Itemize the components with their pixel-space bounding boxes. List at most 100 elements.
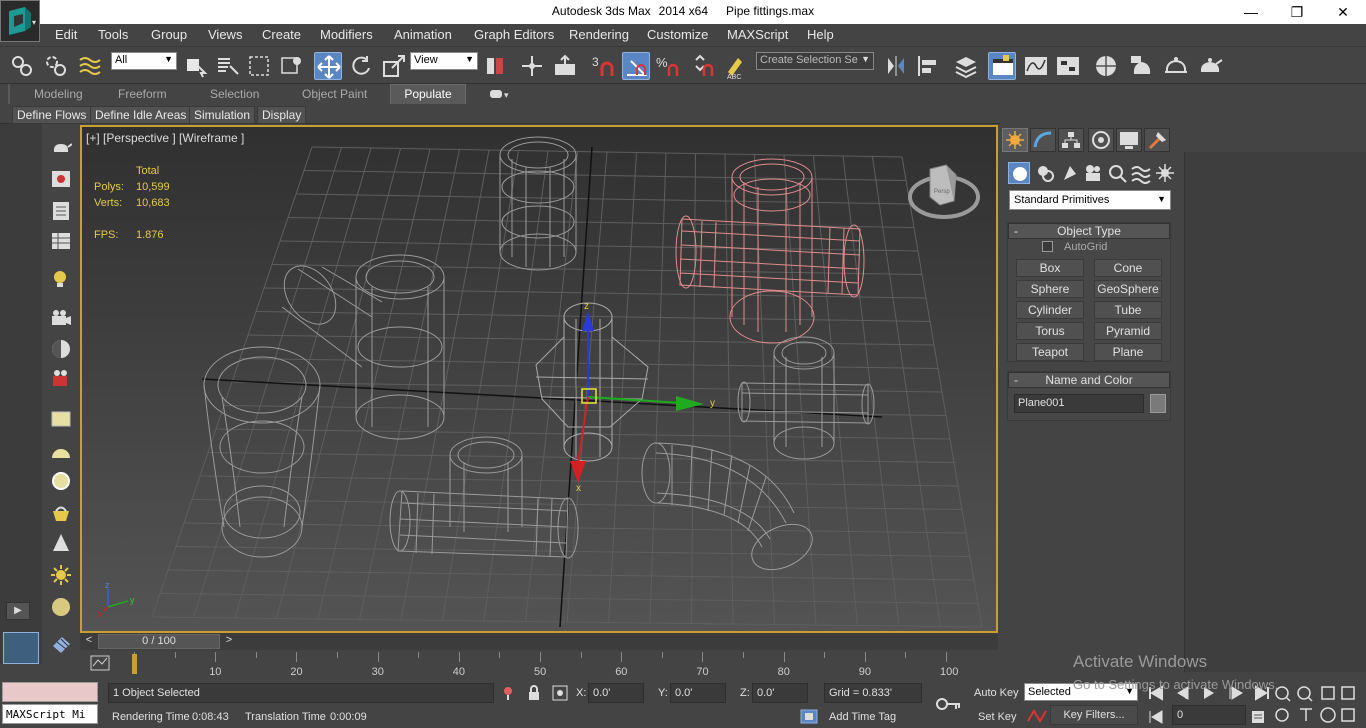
- bind-to-space-warp-icon[interactable]: [76, 52, 104, 80]
- geometry-icon[interactable]: [1008, 162, 1030, 184]
- systems-icon[interactable]: [1154, 162, 1176, 184]
- object-name-field[interactable]: Plane001: [1014, 394, 1144, 413]
- ribbon-options-icon[interactable]: ▾: [488, 86, 514, 105]
- pyramid-button[interactable]: Pyramid: [1094, 322, 1162, 340]
- lights-icon[interactable]: [1058, 162, 1080, 184]
- graphite-ribbon-toggle-icon[interactable]: [988, 52, 1016, 80]
- plane-button[interactable]: Plane: [1094, 343, 1162, 361]
- camera-icon[interactable]: [50, 308, 72, 330]
- tab-populate[interactable]: Populate: [390, 84, 466, 104]
- viewcube[interactable]: Persp: [908, 164, 980, 219]
- geosphere-button[interactable]: GeoSphere: [1094, 280, 1162, 298]
- render-setup-icon[interactable]: [1128, 52, 1156, 80]
- current-frame-field[interactable]: 0: [1172, 705, 1246, 725]
- sun-icon[interactable]: [50, 564, 72, 586]
- key-filter-curve-icon[interactable]: [1026, 707, 1048, 725]
- material-editor-icon[interactable]: [1092, 52, 1120, 80]
- selection-lock-icon[interactable]: [526, 685, 542, 701]
- menu-animation[interactable]: Animation: [394, 27, 452, 42]
- menu-maxscript[interactable]: MAXScript: [727, 27, 788, 42]
- shapes-icon[interactable]: [1034, 162, 1056, 184]
- absolute-transform-icon[interactable]: [552, 685, 568, 701]
- schematic-view-icon[interactable]: [1054, 52, 1082, 80]
- hemisphere-icon[interactable]: [50, 440, 72, 462]
- rectangular-selection-icon[interactable]: [246, 52, 274, 80]
- panel-simulation[interactable]: Simulation: [189, 106, 256, 124]
- time-configuration-icon[interactable]: [1250, 709, 1266, 725]
- isolate-selection-icon[interactable]: [500, 685, 516, 701]
- unlink-selection-icon[interactable]: [42, 52, 70, 80]
- menu-tools[interactable]: Tools: [98, 27, 128, 42]
- hierarchy-tab-icon[interactable]: [1058, 128, 1084, 152]
- box-button[interactable]: Box: [1016, 259, 1084, 277]
- time-slider[interactable]: < 0 / 100 >: [80, 633, 998, 650]
- mini-curve-editor-icon[interactable]: [90, 655, 112, 673]
- set-key-mode-icon[interactable]: [934, 694, 962, 714]
- layer-manager-icon[interactable]: [952, 52, 980, 80]
- menu-group[interactable]: Group: [151, 27, 187, 42]
- set-key-button[interactable]: Set Key: [978, 711, 1017, 723]
- selection-filter-dropdown[interactable]: All ▼: [111, 52, 177, 70]
- reference-coordinate-dropdown[interactable]: View ▼: [410, 52, 478, 70]
- sphere-button[interactable]: Sphere: [1016, 280, 1084, 298]
- z-coord-field[interactable]: 0.0': [752, 683, 808, 703]
- rendered-frame-window-icon[interactable]: [1162, 52, 1190, 80]
- object-type-header[interactable]: - Object Type: [1008, 223, 1170, 239]
- time-slider-thumb[interactable]: 0 / 100: [98, 634, 220, 649]
- key-filters-button[interactable]: Key Filters...: [1050, 705, 1138, 725]
- table-icon[interactable]: [50, 230, 72, 252]
- minimize-button[interactable]: —: [1228, 0, 1274, 24]
- panel-display[interactable]: Display: [257, 106, 307, 124]
- edit-named-selection-icon[interactable]: ABC: [722, 52, 750, 81]
- maximize-button[interactable]: ❐: [1274, 0, 1320, 24]
- tab-selection[interactable]: Selection: [210, 87, 259, 101]
- select-and-scale-icon[interactable]: [380, 52, 408, 80]
- select-object-icon[interactable]: [182, 52, 210, 80]
- key-mode-toggle-icon[interactable]: [1148, 709, 1166, 725]
- menu-views[interactable]: Views: [208, 27, 242, 42]
- tab-object-paint[interactable]: Object Paint: [302, 87, 367, 101]
- panel-define-idle-areas[interactable]: Define Idle Areas: [90, 106, 192, 124]
- track-bar[interactable]: 10 20 30 40 50 60 70 80 90 100: [80, 652, 998, 679]
- list-icon[interactable]: [50, 200, 72, 222]
- snaps-toggle-icon[interactable]: 3: [590, 52, 618, 80]
- menu-graph-editors[interactable]: Graph Editors: [474, 27, 554, 42]
- pipe-cross-selected[interactable]: [675, 158, 865, 344]
- menu-help[interactable]: Help: [807, 27, 834, 42]
- space-warps-icon[interactable]: [1130, 162, 1152, 184]
- plane-primitive-icon[interactable]: [50, 408, 72, 430]
- percent-snap-toggle-icon[interactable]: %: [655, 52, 683, 80]
- modify-tab-icon[interactable]: [1030, 128, 1056, 152]
- perspective-viewport[interactable]: x y z Persp z y x [+] [Perspective ] [Wi…: [80, 125, 998, 633]
- tube-button[interactable]: Tube: [1094, 301, 1162, 319]
- menu-edit[interactable]: Edit: [55, 27, 77, 42]
- named-selection-sets-dropdown[interactable]: Create Selection Se ▼: [756, 52, 874, 70]
- viewport-layout-icon[interactable]: [3, 632, 39, 664]
- cone-button[interactable]: Cone: [1094, 259, 1162, 277]
- movie-camera-icon[interactable]: [50, 368, 72, 390]
- cameras-icon[interactable]: [1082, 162, 1104, 184]
- helpers-icon[interactable]: [1106, 162, 1128, 184]
- pivot-center-icon[interactable]: [482, 52, 510, 80]
- time-slider-next[interactable]: >: [222, 634, 236, 649]
- maxscript-listener-pink[interactable]: [2, 682, 98, 702]
- render-production-icon[interactable]: [1196, 52, 1224, 80]
- app-menu-button[interactable]: ▾: [0, 0, 40, 42]
- motion-tab-icon[interactable]: [1088, 128, 1114, 152]
- time-tag-icon[interactable]: [800, 709, 820, 725]
- sphere-primitive-icon[interactable]: [50, 596, 72, 618]
- mirror-icon[interactable]: [882, 52, 910, 80]
- tab-modeling[interactable]: Modeling: [34, 87, 83, 101]
- maxscript-mini-listener[interactable]: MAXScript Mi: [2, 704, 98, 724]
- x-coord-field[interactable]: 0.0': [588, 683, 644, 703]
- create-tab-icon[interactable]: [1002, 128, 1028, 152]
- menu-modifiers[interactable]: Modifiers: [320, 27, 373, 42]
- close-button[interactable]: ✕: [1320, 0, 1366, 24]
- add-time-tag-button[interactable]: Add Time Tag: [829, 711, 896, 723]
- cylinder-button[interactable]: Cylinder: [1016, 301, 1084, 319]
- viewport-label-menu[interactable]: [+] [Perspective ] [Wireframe ]: [86, 131, 244, 145]
- menu-create[interactable]: Create: [262, 27, 301, 42]
- primitive-category-dropdown[interactable]: Standard Primitives ▼: [1009, 190, 1171, 210]
- utilities-tab-icon[interactable]: [1144, 128, 1170, 152]
- panel-define-flows[interactable]: Define Flows: [12, 106, 92, 124]
